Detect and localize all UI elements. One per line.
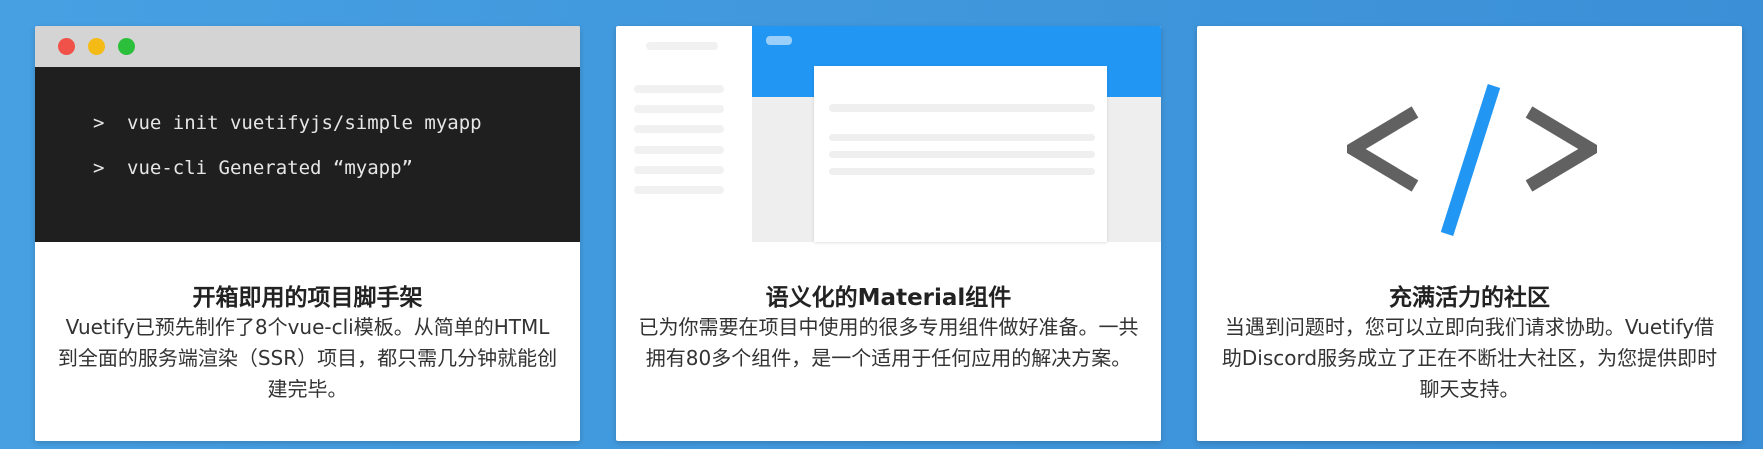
card-title: 语义化的Material组件 [765, 285, 1012, 311]
illustration-text-line [829, 151, 1095, 158]
window-close-dot-icon [58, 38, 75, 55]
terminal-output: vue-cli Generated “myapp” [127, 157, 413, 179]
card-description: 已为你需要在项目中使用的很多专用组件做好准备。一共拥有80多个组件，是一个适用于… [638, 315, 1139, 370]
illustration-text-line [829, 168, 1095, 175]
illustration-nav-item [634, 85, 724, 93]
illustration-nav-title [646, 42, 718, 50]
terminal-line: > vue-cli Generated “myapp” [93, 157, 413, 179]
code-icon [1347, 84, 1597, 236]
illustration-nav-item [634, 166, 724, 174]
terminal-window: > vue init vuetifyjs/simple myapp > vue-cl… [35, 67, 580, 242]
terminal-command: vue init vuetifyjs/simple myapp [127, 112, 482, 134]
card-title: 开箱即用的项目脚手架 [192, 285, 423, 311]
illustration-card-sheet [814, 66, 1107, 242]
card-description: Vuetify已预先制作了8个vue-cli模板。从简单的HTML到全面的服务端… [57, 315, 558, 401]
card-title: 充满活力的社区 [1389, 285, 1550, 311]
illustration-nav-item [634, 186, 724, 194]
illustration-app-bar-title [766, 36, 792, 45]
terminal-line: > vue init vuetifyjs/simple myapp [93, 112, 482, 134]
card-description: 当遇到问题时，您可以立即向我们请求协助。Vuetify借助Discord服务成立… [1221, 315, 1718, 401]
terminal-titlebar [35, 26, 580, 67]
feature-card-scaffolding: > vue init vuetifyjs/simple myapp > vue-cl… [35, 26, 580, 441]
illustration-nav-item [634, 146, 724, 154]
feature-card-community: 充满活力的社区 当遇到问题时，您可以立即向我们请求协助。Vuetify借助Dis… [1197, 26, 1742, 441]
window-maximize-dot-icon [118, 38, 135, 55]
illustration-text-line [829, 134, 1095, 141]
page-background: > vue init vuetifyjs/simple myapp > vue-cl… [0, 0, 1763, 449]
illustration-nav-item [634, 105, 724, 113]
terminal-prompt: > [93, 157, 105, 179]
illustration-nav-item [634, 125, 724, 133]
window-minimize-dot-icon [88, 38, 105, 55]
illustration-text-line [829, 104, 1095, 112]
feature-card-material-components: 语义化的Material组件 已为你需要在项目中使用的很多专用组件做好准备。一共… [616, 26, 1161, 441]
terminal-prompt: > [93, 112, 105, 134]
